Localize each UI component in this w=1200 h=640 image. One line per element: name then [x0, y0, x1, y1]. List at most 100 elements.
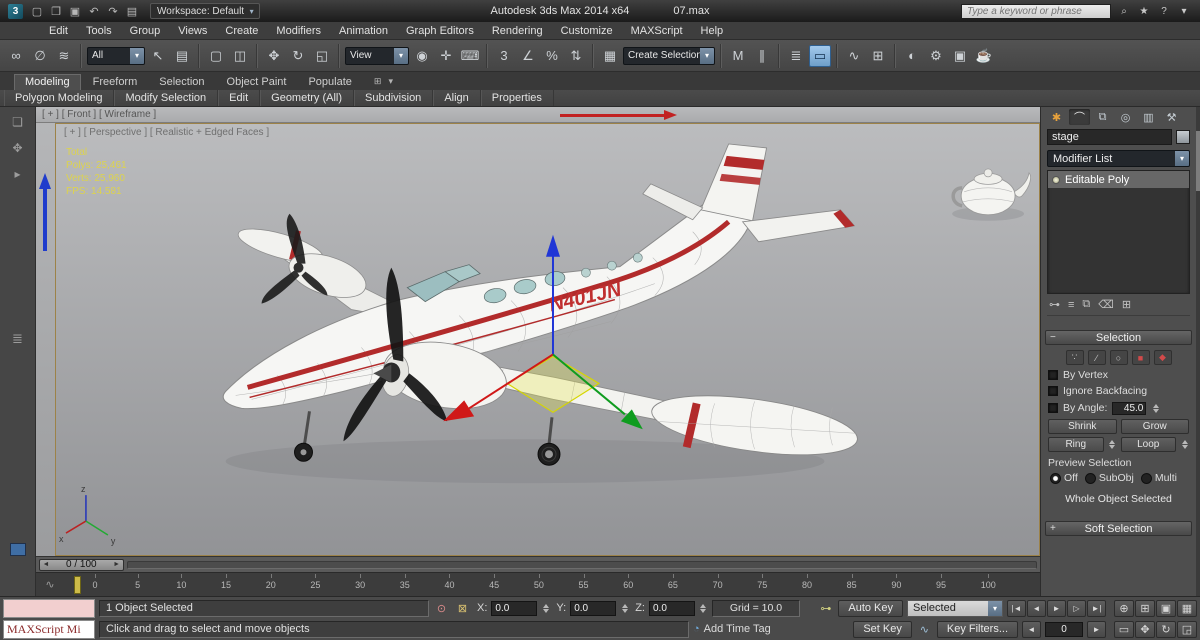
- current-frame-field[interactable]: [1045, 621, 1083, 637]
- rendered-frame-icon[interactable]: ▣: [949, 45, 971, 67]
- object-color-swatch[interactable]: [1176, 130, 1190, 144]
- menu-item-animation[interactable]: Animation: [330, 22, 397, 39]
- infocenter-search-input[interactable]: [961, 3, 1111, 19]
- ribbon-config-icon[interactable]: ⊞: [374, 76, 382, 87]
- border-icon[interactable]: ○: [1109, 350, 1128, 365]
- edge-icon[interactable]: ∕: [1087, 350, 1106, 365]
- configure-modifier-sets-icon[interactable]: ⊞: [1122, 298, 1131, 311]
- motion-tab-icon[interactable]: ◎: [1115, 109, 1136, 125]
- menu-item-create[interactable]: Create: [216, 22, 267, 39]
- viewport-pan-icon[interactable]: ✥: [12, 141, 22, 155]
- stack-item-editable-poly[interactable]: Editable Poly: [1048, 171, 1189, 188]
- viewport-label-perspective[interactable]: [ + ] [ Perspective ] [ Realistic + Edge…: [64, 127, 269, 138]
- new-scene-icon[interactable]: ▢: [29, 3, 45, 19]
- menu-item-modifiers[interactable]: Modifiers: [267, 22, 330, 39]
- chevron-down-icon[interactable]: ▾: [394, 47, 408, 64]
- infocenter-menu-icon[interactable]: ▾: [1176, 3, 1192, 19]
- checkbox[interactable]: [1048, 370, 1058, 380]
- make-unique-icon[interactable]: ⧉: [1082, 298, 1090, 311]
- auto-key-button[interactable]: Auto Key: [838, 599, 903, 617]
- save-file-icon[interactable]: ▣: [67, 3, 83, 19]
- set-key-button[interactable]: Set Key: [853, 620, 912, 638]
- ribbon-minimize-icon[interactable]: ▾: [388, 76, 393, 87]
- checkbox[interactable]: [1048, 403, 1058, 413]
- maxscript-mini-listener[interactable]: MAXScript Mi: [3, 619, 95, 639]
- zoom-all-icon[interactable]: ⊞: [1135, 599, 1155, 617]
- keyboard-override-icon[interactable]: ⌨: [459, 45, 481, 67]
- viewport-label-front[interactable]: [ + ] [ Front ] [ Wireframe ]: [42, 109, 156, 120]
- spinner-snap-icon[interactable]: ⇅: [565, 45, 587, 67]
- select-and-rotate-icon[interactable]: ↻: [287, 45, 309, 67]
- default-tangents-icon[interactable]: ∿: [916, 621, 933, 638]
- menu-item-maxscript[interactable]: MAXScript: [622, 22, 692, 39]
- by-vertex-checkbox[interactable]: By Vertex: [1048, 369, 1189, 381]
- key-mode-icon[interactable]: ⊶: [817, 600, 834, 617]
- next-frame-button[interactable]: ▷: [1067, 599, 1086, 617]
- time-slider-handle[interactable]: ◄ 0 / 100 ►: [39, 558, 124, 571]
- zoom-extents-all-icon[interactable]: ▦: [1177, 599, 1197, 617]
- viewport-layout-arrow-icon[interactable]: ▸: [14, 167, 20, 181]
- previous-frame-button[interactable]: ◄: [1027, 599, 1046, 617]
- orbit-icon[interactable]: ↻: [1156, 620, 1176, 638]
- ribbon-panel-edit[interactable]: Edit: [218, 90, 261, 106]
- isolate-selection-icon[interactable]: ⊙: [433, 600, 450, 617]
- layout-tabs-icon[interactable]: ≣: [12, 331, 23, 347]
- menu-item-views[interactable]: Views: [169, 22, 216, 39]
- play-animation-button[interactable]: ►: [1047, 599, 1066, 617]
- menu-item-graph-editors[interactable]: Graph Editors: [397, 22, 483, 39]
- open-file-icon[interactable]: ❐: [48, 3, 64, 19]
- menu-item-edit[interactable]: Edit: [40, 22, 77, 39]
- preview-option-subobj[interactable]: SubObj: [1085, 472, 1134, 484]
- pan-view-icon[interactable]: ✥: [1135, 620, 1155, 638]
- modifier-stack[interactable]: Editable Poly: [1047, 170, 1190, 294]
- front-viewport-left-sliver[interactable]: [36, 123, 55, 556]
- soft-selection-rollout-header[interactable]: + Soft Selection: [1045, 521, 1192, 536]
- previous-frame-arrow[interactable]: ◄: [40, 561, 52, 568]
- x-spinner[interactable]: [541, 601, 550, 615]
- show-end-result-icon[interactable]: ≡: [1068, 299, 1074, 311]
- ribbon-panel-polygon-modeling[interactable]: Polygon Modeling: [4, 90, 115, 106]
- grow-button[interactable]: Grow: [1120, 419, 1189, 434]
- display-tab-icon[interactable]: ▥: [1138, 109, 1159, 125]
- app-logo[interactable]: 3: [8, 3, 23, 19]
- maximize-viewport-icon[interactable]: ◲: [1177, 620, 1197, 638]
- add-time-tag[interactable]: ◔ Add Time Tag: [693, 623, 771, 635]
- menu-item-tools[interactable]: Tools: [77, 22, 121, 39]
- chevron-down-icon[interactable]: ▾: [130, 47, 144, 64]
- viewport-layout-icon[interactable]: ❏: [12, 115, 23, 129]
- go-to-end-button[interactable]: ►|: [1087, 599, 1106, 617]
- utilities-tab-icon[interactable]: ⚒: [1161, 109, 1182, 125]
- scene-canvas[interactable]: N401JN z x y: [56, 124, 1039, 555]
- select-and-manipulate-icon[interactable]: ✛: [435, 45, 457, 67]
- layout-thumbnail[interactable]: [9, 543, 26, 556]
- vertex-icon[interactable]: ∵: [1065, 350, 1084, 365]
- maxscript-listener-output[interactable]: [3, 598, 95, 618]
- ribbon-tab-populate[interactable]: Populate: [298, 75, 361, 90]
- object-name-field[interactable]: [1047, 129, 1172, 145]
- menu-item-customize[interactable]: Customize: [552, 22, 622, 39]
- create-tab-icon[interactable]: ✱: [1046, 109, 1067, 125]
- layer-manager-icon[interactable]: ≣: [785, 45, 807, 67]
- zoom-extents-icon[interactable]: ▣: [1156, 599, 1176, 617]
- render-production-icon[interactable]: ☕: [973, 45, 995, 67]
- ring-spinner[interactable]: [1108, 438, 1117, 452]
- redo-icon[interactable]: ↷: [105, 3, 121, 19]
- ribbon-panel-subdivision[interactable]: Subdivision: [354, 90, 434, 106]
- mini-curve-editor-icon[interactable]: ∿: [40, 575, 60, 595]
- menu-item-group[interactable]: Group: [121, 22, 170, 39]
- ribbon-tab-selection[interactable]: Selection: [149, 75, 214, 90]
- selection-rollout-header[interactable]: − Selection: [1045, 330, 1192, 345]
- align-icon[interactable]: ∥: [751, 45, 773, 67]
- visibility-bulb-icon[interactable]: [1052, 175, 1060, 184]
- ignore-backfacing-checkbox[interactable]: Ignore Backfacing: [1048, 385, 1189, 397]
- project-folder-icon[interactable]: ▤: [124, 3, 140, 19]
- next-frame-arrow[interactable]: ►: [111, 561, 123, 568]
- select-object-icon[interactable]: ↖: [147, 45, 169, 67]
- loop-spinner[interactable]: [1180, 438, 1189, 452]
- ribbon-tab-modeling[interactable]: Modeling: [14, 74, 81, 90]
- modifier-list-dropdown[interactable]: Modifier List ▾: [1047, 150, 1190, 167]
- time-slider[interactable]: ◄ 0 / 100 ►: [36, 556, 1040, 572]
- mirror-icon[interactable]: M: [727, 45, 749, 67]
- select-by-name-icon[interactable]: ▤: [171, 45, 193, 67]
- next-frame-button[interactable]: ►: [1087, 620, 1106, 638]
